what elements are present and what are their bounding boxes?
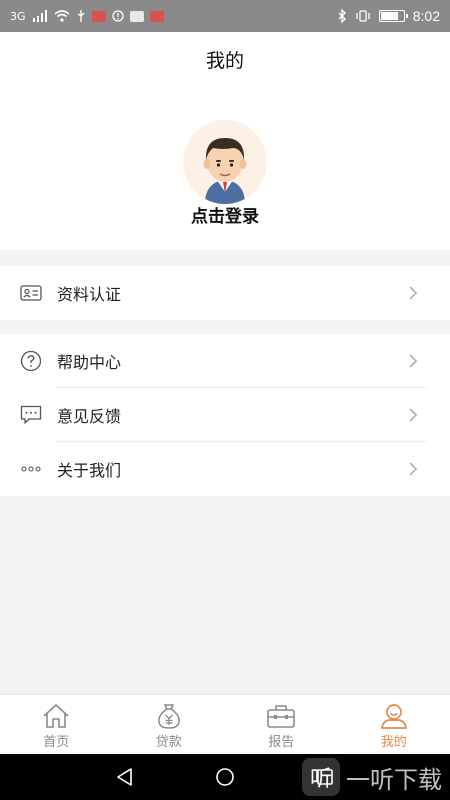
menu-item-label: 关于我们 (57, 461, 122, 480)
mail-icon (129, 10, 144, 22)
watermark-logo: 听 (302, 758, 340, 796)
chevron-right-icon (409, 408, 418, 422)
battery-icon (378, 10, 408, 22)
menu-item-profile-verification[interactable]: 资料认证 (0, 266, 450, 320)
menu-group-verification: 资料认证 (0, 266, 450, 320)
tab-loan[interactable]: 贷款 (113, 695, 226, 754)
status-bar: 3G 8:02 (0, 0, 450, 32)
menu-item-about-us[interactable]: 关于我们 (0, 442, 450, 496)
money-bag-icon (157, 704, 180, 729)
tab-report[interactable]: 报告 (225, 695, 338, 754)
page-title: 我的 (205, 50, 244, 72)
tab-label: 我的 (380, 735, 407, 750)
menu-item-help-center[interactable]: 帮助中心 (0, 334, 450, 388)
tab-label: 首页 (43, 735, 70, 750)
profile-header: 我的 点击登录 (0, 32, 450, 250)
home-icon (43, 704, 69, 728)
back-icon[interactable] (114, 766, 136, 788)
network-type-label: 3G (10, 9, 26, 23)
watermark: 听 一听下载 (302, 758, 442, 796)
tab-mine[interactable]: 我的 (338, 695, 450, 754)
usb-icon (77, 10, 85, 22)
message-app-icon (149, 10, 164, 22)
ellipsis-icon (20, 458, 42, 480)
bottom-tab-bar: 首页 贷款 报告 我的 (0, 694, 450, 754)
id-card-icon (20, 282, 42, 304)
tab-label: 报告 (268, 735, 295, 750)
wifi-icon (54, 10, 70, 22)
home-button-icon[interactable] (214, 766, 236, 788)
chevron-right-icon (409, 462, 418, 476)
notification-app-icon (91, 10, 106, 22)
menu-group-support: 帮助中心 意见反馈 关于我们 (0, 334, 450, 496)
signal-icon (32, 10, 47, 22)
watermark-text: 一听下载 (346, 765, 442, 794)
menu-item-label: 意见反馈 (57, 407, 122, 426)
status-time: 8:02 (412, 8, 440, 24)
menu-item-label: 帮助中心 (57, 353, 122, 372)
chevron-right-icon (409, 286, 418, 300)
vibrate-icon (356, 10, 370, 22)
alert-icon (111, 10, 124, 22)
menu-item-label: 资料认证 (57, 285, 122, 304)
tab-label: 贷款 (155, 735, 182, 750)
system-navigation-bar: 听 一听下载 (0, 754, 450, 800)
menu-item-feedback[interactable]: 意见反馈 (0, 388, 450, 442)
chevron-right-icon (409, 354, 418, 368)
briefcase-icon (267, 705, 296, 728)
user-icon (380, 704, 407, 729)
avatar-illustration-icon (203, 138, 247, 204)
question-circle-icon (20, 350, 42, 372)
bluetooth-icon (338, 9, 346, 23)
avatar[interactable] (183, 120, 267, 204)
login-link[interactable]: 点击登录 (0, 202, 450, 227)
tab-home[interactable]: 首页 (0, 695, 113, 754)
feedback-chat-icon (20, 404, 42, 426)
